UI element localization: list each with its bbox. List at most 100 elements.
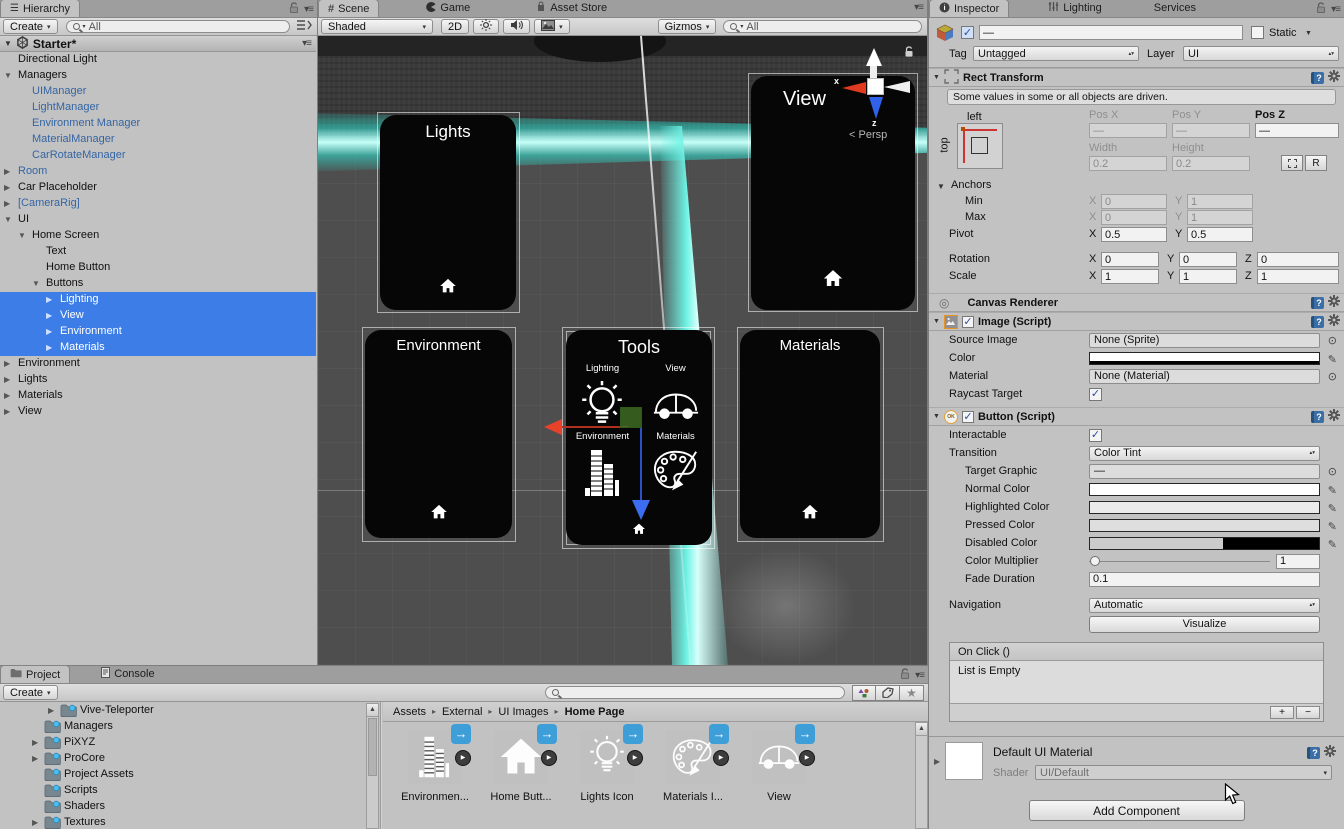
object-picker-icon[interactable]: ⊙ <box>1328 370 1337 383</box>
search-by-type-icon[interactable] <box>852 685 876 701</box>
anchor-preset-button[interactable] <box>957 123 1003 169</box>
project-tree-scrollbar[interactable]: ▲ <box>366 703 379 829</box>
scene-menu-icon[interactable]: ▾≡ <box>302 38 311 49</box>
hierarchy-item-uimanager[interactable]: UIManager <box>0 84 316 100</box>
interactable-checkbox[interactable]: ✓ <box>1089 429 1102 442</box>
foldout-arrow[interactable]: ▼ <box>4 71 12 80</box>
hierarchy-item-home-button[interactable]: Home Button <box>0 260 316 276</box>
material-object-field[interactable]: None (Material) <box>1089 369 1320 384</box>
pos-x-field[interactable]: — <box>1089 123 1167 138</box>
hierarchy-item-materials[interactable]: ▶Materials <box>0 388 316 404</box>
breadcrumb-external[interactable]: External <box>442 706 482 718</box>
breadcrumb-home-page[interactable]: Home Page <box>565 706 625 718</box>
help-icon[interactable]: ? <box>1311 72 1324 84</box>
foldout-arrow[interactable]: ▼ <box>933 74 940 81</box>
foldout-arrow[interactable]: ▼ <box>933 413 940 420</box>
scene-lighting-toggle[interactable] <box>473 19 499 34</box>
hierarchy-item-room[interactable]: ▶Room <box>0 164 316 180</box>
help-icon[interactable]: ? <box>1311 297 1324 309</box>
foldout-arrow[interactable]: ▶ <box>4 391 10 400</box>
width-field[interactable]: 0.2 <box>1089 156 1167 171</box>
static-dropdown-icon[interactable]: ▼ <box>1305 30 1312 37</box>
hierarchy-item-lights[interactable]: ▶Lights <box>0 372 316 388</box>
foldout-arrow[interactable]: ▶ <box>46 311 52 320</box>
target-graphic-field[interactable]: — <box>1089 464 1320 479</box>
expand-asset-icon[interactable]: ▶ <box>713 750 729 766</box>
project-folder-shaders[interactable]: Shaders <box>0 799 366 815</box>
eyedropper-icon[interactable]: ✎ <box>1328 502 1337 515</box>
rect-transform-header[interactable]: ▼ Rect Transform ? <box>929 68 1344 87</box>
foldout-arrow[interactable]: ▶ <box>48 706 54 715</box>
foldout-arrow[interactable]: ▶ <box>46 343 52 352</box>
hierarchy-item-text[interactable]: Text <box>0 244 316 260</box>
material-preview-thumbnail[interactable] <box>945 742 983 780</box>
ui-card-environment[interactable]: Environment <box>365 330 512 538</box>
color-multiplier-field[interactable]: 1 <box>1276 554 1320 569</box>
image-color-swatch[interactable] <box>1089 352 1320 365</box>
blueprint-mode-button[interactable] <box>1281 155 1303 171</box>
panel-menu-icon[interactable]: ▾≡ <box>304 4 313 15</box>
raycast-target-checkbox[interactable]: ✓ <box>1089 388 1102 401</box>
asset-environmen-[interactable]: →▶Environmen... <box>403 730 467 803</box>
rotation-y-field[interactable]: 0 <box>1179 252 1237 267</box>
height-field[interactable]: 0.2 <box>1172 156 1250 171</box>
add-component-button[interactable]: Add Component <box>1029 800 1245 821</box>
foldout-arrow[interactable]: ▼ <box>18 231 26 240</box>
hierarchy-item-home-screen[interactable]: ▼Home Screen <box>0 228 316 244</box>
scroll-up-button[interactable]: ▲ <box>367 704 378 717</box>
help-icon[interactable]: ? <box>1311 411 1324 423</box>
hierarchy-item-managers[interactable]: ▼Managers <box>0 68 316 84</box>
tag-dropdown[interactable]: Untagged▴▾ <box>973 46 1139 61</box>
foldout-arrow[interactable]: ▶ <box>46 295 52 304</box>
highlighted-color-swatch[interactable] <box>1089 501 1320 514</box>
breadcrumb-ui-images[interactable]: UI Images <box>498 706 548 718</box>
remove-listener-button[interactable]: − <box>1296 706 1320 719</box>
expand-asset-icon[interactable]: ▶ <box>799 750 815 766</box>
foldout-arrow[interactable]: ▶ <box>4 199 10 208</box>
tab-hierarchy[interactable]: ☰ Hierarchy <box>0 0 80 17</box>
raw-edit-mode-button[interactable]: R <box>1305 155 1327 171</box>
pos-z-field[interactable]: — <box>1255 123 1339 138</box>
lock-icon[interactable] <box>289 2 299 16</box>
project-folder-vive-teleporter[interactable]: ▶Vive-Teleporter <box>0 703 366 719</box>
foldout-arrow[interactable]: ▼ <box>4 39 12 48</box>
foldout-arrow[interactable]: ▶ <box>4 375 10 384</box>
tab-lighting[interactable]: Lighting <box>1039 0 1111 17</box>
pressed-color-swatch[interactable] <box>1089 519 1320 532</box>
anchors-min-x-field[interactable]: 0 <box>1101 194 1167 209</box>
gear-icon[interactable] <box>1328 409 1340 424</box>
project-splitter[interactable] <box>380 702 382 829</box>
pos-y-field[interactable]: — <box>1172 123 1250 138</box>
asset-materials-i-[interactable]: →▶Materials I... <box>661 730 725 803</box>
gizmo-x-cone[interactable] <box>842 82 866 94</box>
gizmo-z-cone[interactable] <box>869 97 883 119</box>
project-create-button[interactable]: Create▾ <box>3 685 58 700</box>
project-folder-pixyz[interactable]: ▶PiXYZ <box>0 735 366 751</box>
hierarchy-item-environment[interactable]: ▶Environment <box>0 356 316 372</box>
visualize-button[interactable]: Visualize <box>1089 616 1320 633</box>
anchors-max-y-field[interactable]: 1 <box>1187 210 1253 225</box>
lock-icon[interactable] <box>900 668 910 682</box>
tab-services[interactable]: Services <box>1145 0 1205 17</box>
tab-inspector[interactable]: i Inspector <box>929 0 1009 17</box>
project-folder-project-assets[interactable]: Project Assets <box>0 767 366 783</box>
hierarchy-item-lightmanager[interactable]: LightManager <box>0 100 316 116</box>
scene-audio-toggle[interactable] <box>503 19 530 34</box>
ui-card-materials[interactable]: Materials <box>740 330 880 538</box>
tab-asset-store[interactable]: Asset Store <box>527 0 616 17</box>
foldout-arrow[interactable]: ▼ <box>4 215 12 224</box>
gear-icon[interactable] <box>1328 314 1340 329</box>
breadcrumb-assets[interactable]: Assets <box>393 706 426 718</box>
foldout-arrow[interactable]: ▶ <box>934 757 940 766</box>
hierarchy-item-view[interactable]: ▶View <box>0 308 316 324</box>
help-icon[interactable]: ? <box>1307 747 1320 759</box>
move-gizmo-plane-handle[interactable] <box>620 407 642 428</box>
anchors-min-y-field[interactable]: 1 <box>1187 194 1253 209</box>
panel-menu-icon[interactable]: ▾≡ <box>915 670 924 681</box>
scene-header-row[interactable]: ▼ Starter* ▾≡ <box>0 36 316 52</box>
scale-x-field[interactable]: 1 <box>1101 269 1159 284</box>
disabled-color-swatch[interactable] <box>1089 537 1320 550</box>
tab-console[interactable]: Console <box>92 665 163 683</box>
lock-icon[interactable] <box>1316 2 1326 16</box>
hierarchy-item-ui[interactable]: ▼UI <box>0 212 316 228</box>
